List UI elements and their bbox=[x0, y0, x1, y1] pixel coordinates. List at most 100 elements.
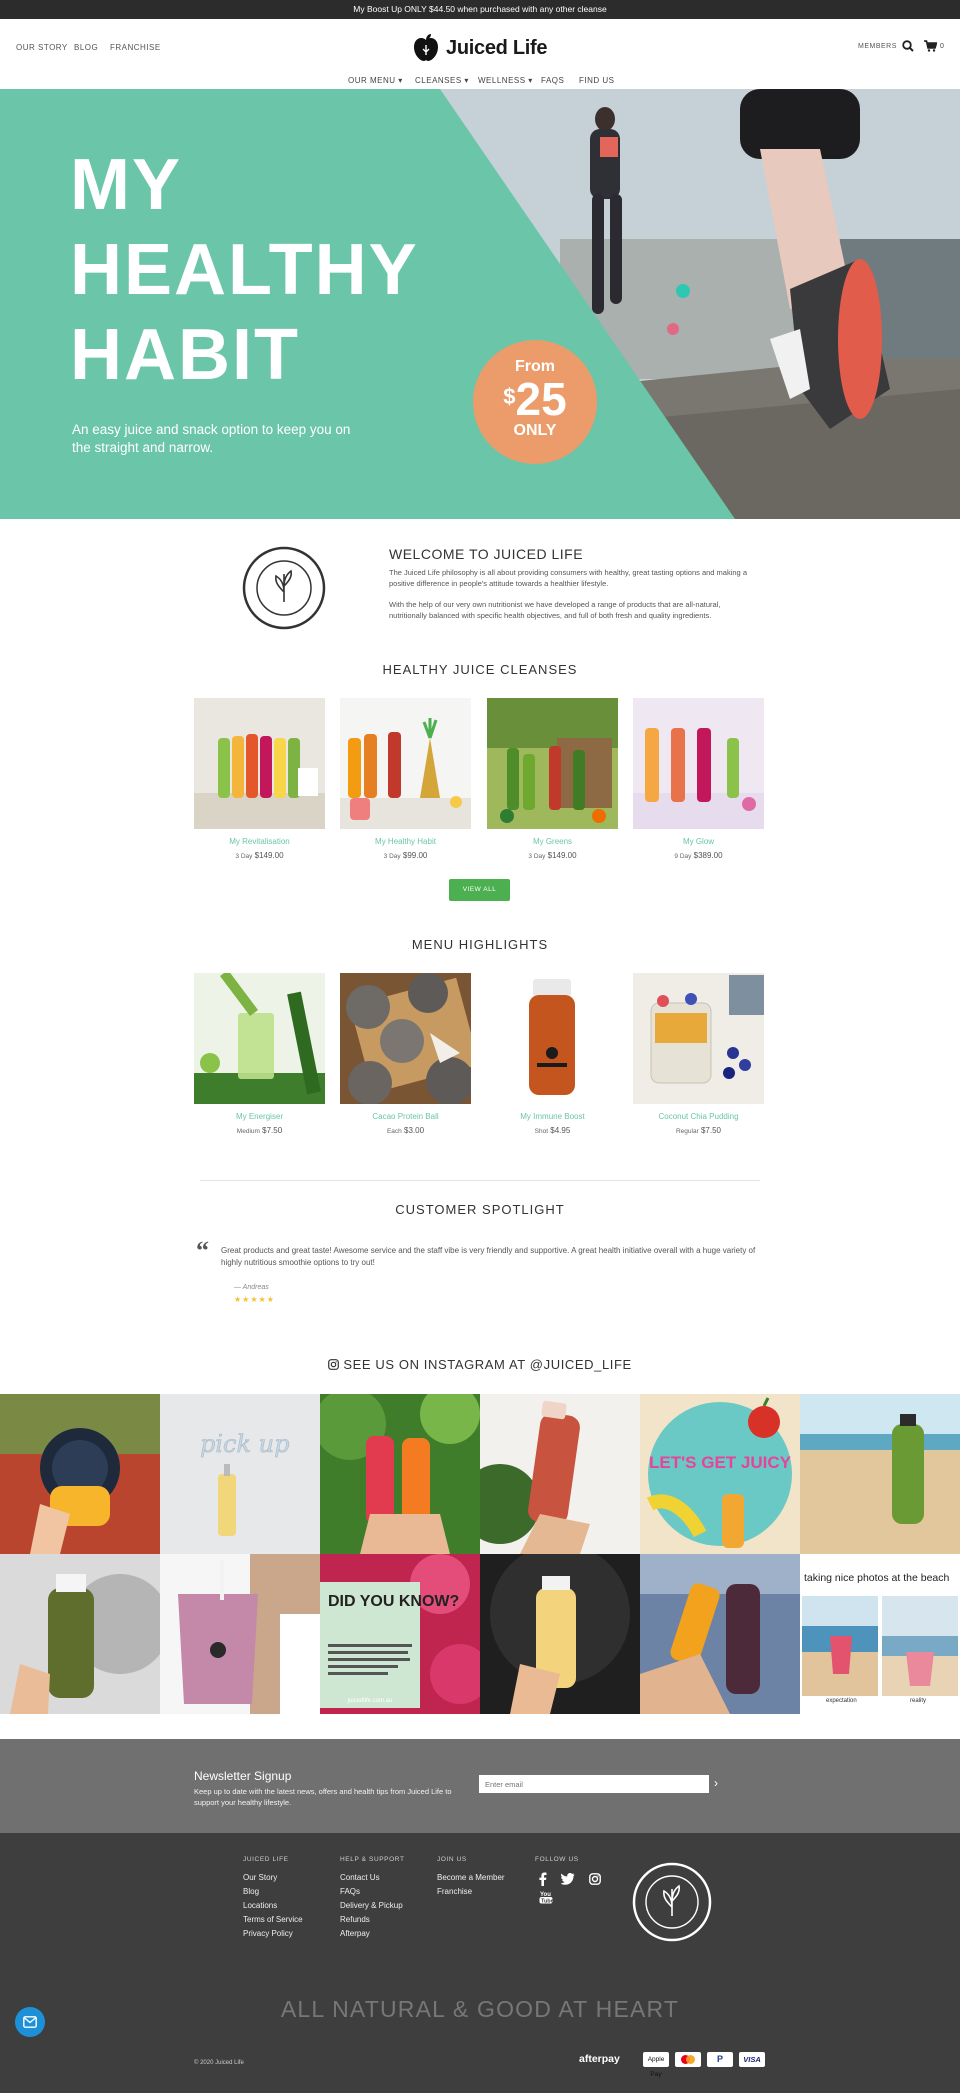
product-name[interactable]: Cacao Protein Ball bbox=[340, 1112, 471, 1121]
footer-link-contact[interactable]: Contact Us bbox=[340, 1873, 380, 1882]
product-image[interactable] bbox=[194, 698, 325, 829]
twitter-icon[interactable] bbox=[561, 1873, 575, 1885]
instagram-tile[interactable] bbox=[160, 1554, 320, 1714]
instagram-tile[interactable]: taking nice photos at the beach expectat… bbox=[800, 1554, 960, 1714]
instagram-tile[interactable] bbox=[640, 1554, 800, 1714]
menu-faqs[interactable]: FAQS bbox=[541, 76, 564, 85]
price-value: $3.00 bbox=[404, 1126, 425, 1135]
newsletter-submit-arrow-icon[interactable]: › bbox=[714, 1776, 718, 1790]
newsletter-email-input[interactable] bbox=[479, 1775, 709, 1793]
footer-link-franchise[interactable]: Franchise bbox=[437, 1887, 472, 1896]
product-card[interactable]: My Revitalisation 3 Day $149.00 bbox=[194, 698, 325, 860]
instagram-icon[interactable] bbox=[589, 1873, 601, 1885]
product-price: Regular $7.50 bbox=[633, 1126, 764, 1135]
footer-link-terms[interactable]: Terms of Service bbox=[243, 1915, 303, 1924]
search-icon[interactable] bbox=[902, 40, 914, 52]
chat-button[interactable] bbox=[15, 2007, 45, 2037]
cart-icon[interactable] bbox=[924, 40, 937, 52]
product-name[interactable]: My Greens bbox=[487, 837, 618, 846]
price-value: $389.00 bbox=[693, 851, 723, 860]
hero-line-3: HABIT bbox=[70, 315, 300, 395]
product-card[interactable]: Coconut Chia Pudding Regular $7.50 bbox=[633, 973, 764, 1135]
nav-franchise[interactable]: FRANCHISE bbox=[110, 43, 161, 52]
product-card[interactable]: My Immune Boost Shot $4.95 bbox=[487, 973, 618, 1135]
product-card[interactable]: My Healthy Habit 3 Day $99.00 bbox=[340, 698, 471, 860]
hero-line-2: HEALTHY bbox=[70, 230, 419, 310]
product-image[interactable] bbox=[340, 973, 471, 1104]
menu-cleanses[interactable]: CLEANSES ▾ bbox=[415, 76, 469, 85]
beach-caption: taking nice photos at the beach bbox=[804, 1572, 950, 1584]
product-name[interactable]: My Healthy Habit bbox=[340, 837, 471, 846]
product-name[interactable]: Coconut Chia Pudding bbox=[633, 1112, 764, 1121]
price-prefix: 3 Day bbox=[383, 853, 401, 860]
footer-link-refunds[interactable]: Refunds bbox=[340, 1915, 370, 1924]
product-card[interactable]: My Glow 9 Day $389.00 bbox=[633, 698, 764, 860]
nav-our-story[interactable]: OUR STORY bbox=[16, 43, 68, 52]
product-name[interactable]: My Energiser bbox=[194, 1112, 325, 1121]
footer-link-delivery[interactable]: Delivery & Pickup bbox=[340, 1901, 403, 1910]
instagram-tile[interactable] bbox=[800, 1394, 960, 1554]
instagram-tile[interactable] bbox=[480, 1394, 640, 1554]
footer-link-privacy[interactable]: Privacy Policy bbox=[243, 1929, 293, 1938]
badge-only: ONLY bbox=[513, 422, 557, 439]
product-price: 3 Day $99.00 bbox=[340, 851, 471, 860]
welcome-title: WELCOME TO JUICED LIFE bbox=[389, 546, 584, 562]
view-all-button[interactable]: VIEW ALL bbox=[449, 879, 510, 901]
lets-get-juicy-text: LET'S GET JUICY bbox=[649, 1453, 792, 1472]
menu-our-menu[interactable]: OUR MENU ▾ bbox=[348, 76, 403, 85]
footer-link-blog[interactable]: Blog bbox=[243, 1887, 259, 1896]
newsletter-section: Newsletter Signup Keep up to date with t… bbox=[0, 1739, 960, 1833]
product-name[interactable]: My Glow bbox=[633, 837, 764, 846]
instagram-tile[interactable] bbox=[480, 1554, 640, 1714]
copyright: © 2020 Juiced Life bbox=[194, 2060, 244, 2066]
price-badge: From $25 ONLY bbox=[473, 340, 597, 464]
pickup-neon-text: pick up bbox=[200, 1430, 289, 1458]
instagram-tile[interactable] bbox=[0, 1554, 160, 1714]
footer-link-member[interactable]: Become a Member bbox=[437, 1873, 505, 1882]
product-name[interactable]: My Immune Boost bbox=[487, 1112, 618, 1121]
youtube-icon[interactable]: You Tube bbox=[539, 1890, 553, 1904]
welcome-para-1: The Juiced Life philosophy is all about … bbox=[389, 568, 747, 588]
cleanses-title: HEALTHY JUICE CLEANSES bbox=[382, 662, 578, 677]
product-card[interactable]: Cacao Protein Ball Each $3.00 bbox=[340, 973, 471, 1135]
product-card[interactable]: My Greens 3 Day $149.00 bbox=[487, 698, 618, 860]
product-image[interactable] bbox=[633, 973, 764, 1104]
hero-line-1: MY bbox=[70, 145, 182, 225]
footer-link-our-story[interactable]: Our Story bbox=[243, 1873, 277, 1882]
afterpay-logo: afterpay bbox=[579, 2053, 620, 2065]
instagram-tile[interactable] bbox=[0, 1394, 160, 1554]
price-value: $149.00 bbox=[547, 851, 577, 860]
facebook-icon[interactable] bbox=[538, 1872, 547, 1886]
product-image[interactable] bbox=[633, 698, 764, 829]
site-logo[interactable]: Juiced Life bbox=[412, 33, 552, 63]
hero-banner[interactable]: MY HEALTHY HABIT An easy juice and snack… bbox=[0, 89, 960, 519]
welcome-para-2: With the help of our very own nutritioni… bbox=[389, 600, 721, 620]
product-name[interactable]: My Revitalisation bbox=[194, 837, 325, 846]
footer-link-afterpay[interactable]: Afterpay bbox=[340, 1929, 370, 1938]
nav-blog[interactable]: BLOG bbox=[74, 43, 98, 52]
instagram-tile[interactable] bbox=[320, 1394, 480, 1554]
product-image[interactable] bbox=[194, 973, 325, 1104]
spotlight-title: CUSTOMER SPOTLIGHT bbox=[395, 1202, 565, 1217]
site-footer: JUICED LIFE Our Story Blog Locations Ter… bbox=[0, 1833, 960, 2093]
footer-col-heading: JUICED LIFE bbox=[243, 1856, 289, 1863]
product-image[interactable] bbox=[487, 973, 618, 1104]
instagram-tile[interactable]: pick up bbox=[160, 1394, 320, 1554]
product-card[interactable]: My Energiser Medium $7.50 bbox=[194, 973, 325, 1135]
instagram-tile[interactable]: DID YOU KNOW? juicedlife.com.au bbox=[320, 1554, 480, 1714]
footer-tagline: ALL NATURAL & GOOD AT HEART bbox=[280, 1996, 680, 2022]
svg-text:Tube: Tube bbox=[541, 1898, 553, 1904]
instagram-tile[interactable]: LET'S GET JUICY bbox=[640, 1394, 800, 1554]
menu-find-us[interactable]: FIND US bbox=[579, 76, 615, 85]
product-image[interactable] bbox=[487, 698, 618, 829]
did-you-know-url: juicedlife.com.au bbox=[347, 1698, 393, 1704]
did-you-know-text: DID YOU KNOW? bbox=[328, 1593, 459, 1610]
footer-link-faqs[interactable]: FAQs bbox=[340, 1887, 360, 1896]
footer-link-locations[interactable]: Locations bbox=[243, 1901, 277, 1910]
product-image[interactable] bbox=[340, 698, 471, 829]
menu-wellness[interactable]: WELLNESS ▾ bbox=[478, 76, 533, 85]
price-value: $99.00 bbox=[402, 851, 428, 860]
mastercard-icon bbox=[675, 2052, 701, 2067]
price-value: $149.00 bbox=[254, 851, 284, 860]
nav-members[interactable]: MEMBERS bbox=[858, 43, 897, 50]
